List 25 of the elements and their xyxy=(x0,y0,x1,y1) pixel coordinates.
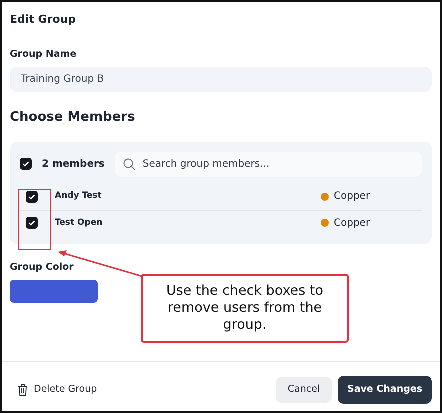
check-icon xyxy=(22,160,30,168)
checkbox[interactable] xyxy=(26,217,38,230)
save-button[interactable]: Save Changes xyxy=(338,376,432,404)
check-icon xyxy=(28,192,36,201)
tier-label: Copper xyxy=(334,216,372,231)
callout-text: Use the check boxes to remove users from the group. xyxy=(141,274,349,343)
cancel-button[interactable]: Cancel xyxy=(276,377,332,403)
name-field[interactable]: Training Group B xyxy=(10,67,432,92)
search-field[interactable]: Search group members... xyxy=(114,152,422,177)
check-icon xyxy=(28,219,36,228)
tier-label: Copper xyxy=(334,190,372,204)
trash-icon xyxy=(18,384,28,396)
highlight-box xyxy=(18,189,51,250)
section-heading: Choose Members xyxy=(10,109,136,128)
member-name: Andy Test xyxy=(55,190,103,204)
search-icon xyxy=(122,158,136,171)
field-label: Group Name xyxy=(10,48,77,62)
member-count: 2 members xyxy=(42,158,105,172)
color-swatch[interactable] xyxy=(10,280,98,303)
checkbox[interactable] xyxy=(20,158,32,170)
checkbox[interactable] xyxy=(26,190,38,203)
delete-button[interactable]: Delete Group xyxy=(18,382,98,398)
member-name: Test Open xyxy=(55,216,104,230)
dialog-title: Edit Group xyxy=(10,13,76,26)
field-label: Group Color xyxy=(10,260,74,275)
